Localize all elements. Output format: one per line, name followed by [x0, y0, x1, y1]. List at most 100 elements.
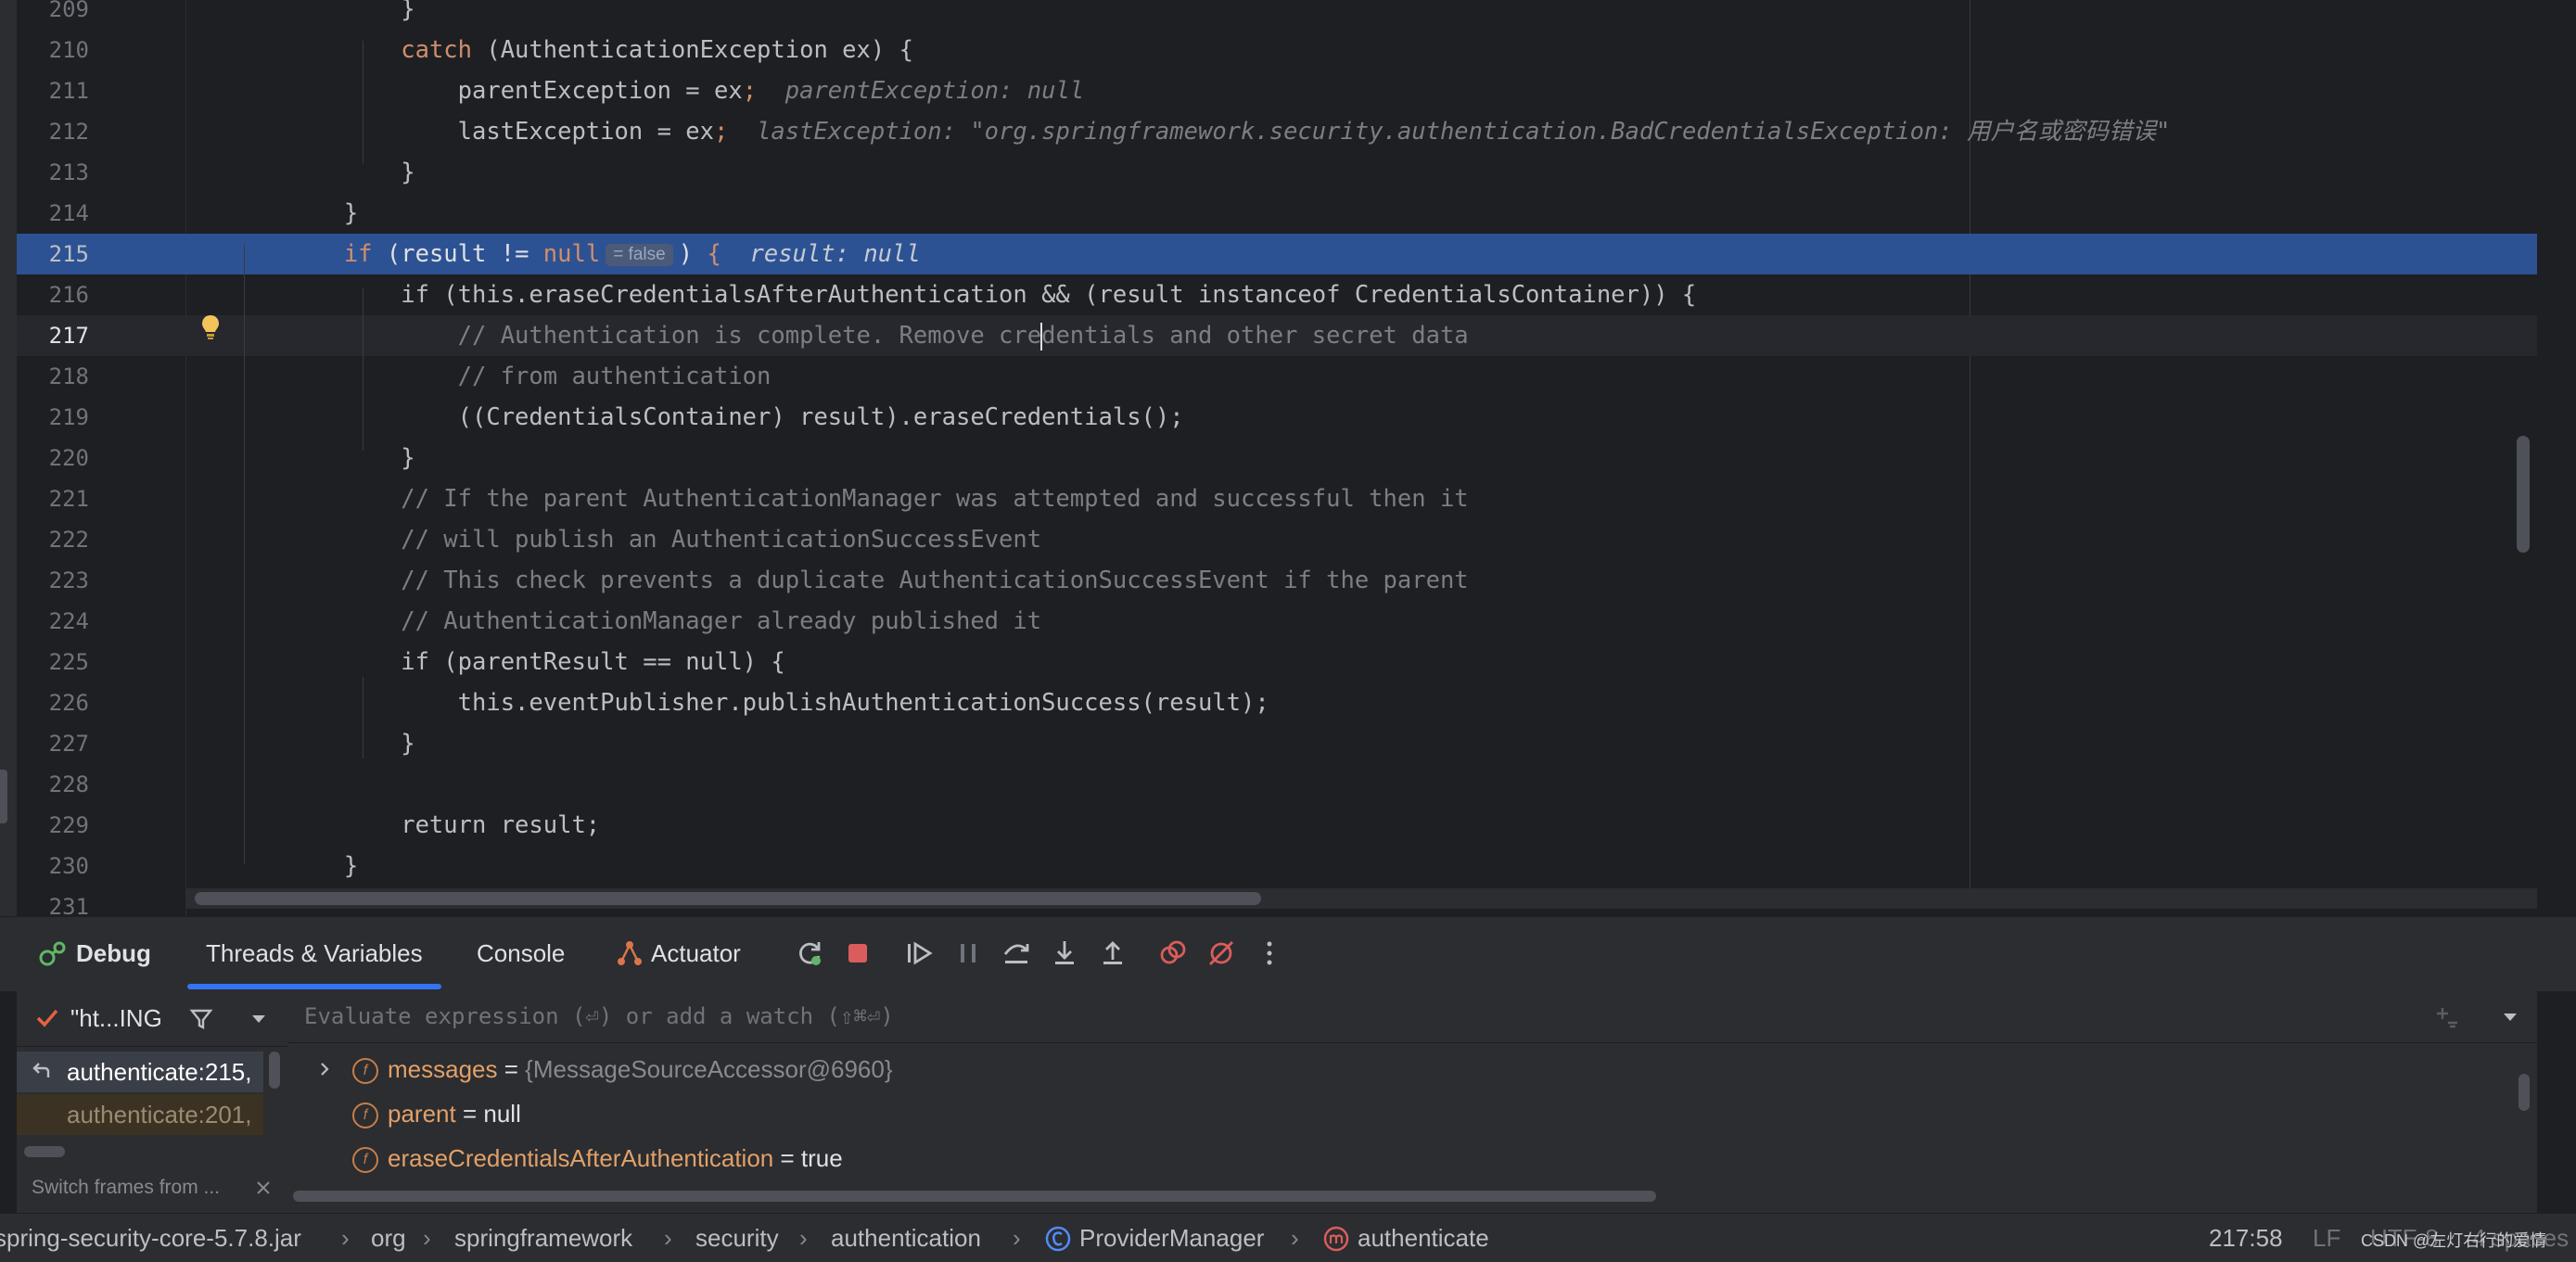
line-number[interactable]: 227: [17, 723, 89, 764]
line-number[interactable]: 209: [17, 0, 89, 30]
code-text[interactable]: }: [230, 152, 414, 193]
variables-hscroll-thumb[interactable]: [293, 1191, 1656, 1202]
code-line[interactable]: 217 // Authentication is complete. Remov…: [17, 315, 2537, 356]
line-number[interactable]: 228: [17, 764, 89, 805]
execution-point-line[interactable]: 215 if (result != null = false) { result:…: [17, 234, 2537, 274]
breadcrumb-org[interactable]: org: [371, 1214, 406, 1262]
chevron-right-icon[interactable]: [317, 1061, 332, 1077]
line-separator[interactable]: LF: [2313, 1214, 2340, 1262]
line-number[interactable]: 210: [17, 30, 89, 70]
code-text[interactable]: }: [230, 0, 414, 30]
code-line[interactable]: 228: [17, 764, 2537, 805]
line-number[interactable]: 217: [17, 315, 89, 356]
line-number[interactable]: 220: [17, 438, 89, 478]
line-number[interactable]: 231: [17, 886, 89, 916]
step-out-icon[interactable]: [1097, 937, 1129, 969]
evaluate-expression-field[interactable]: Evaluate expression (⏎) or add a watch (…: [287, 990, 2537, 1043]
code-text[interactable]: ((CredentialsContainer) result).eraseCre…: [230, 397, 1184, 438]
line-number[interactable]: 218: [17, 356, 89, 397]
chevron-down-icon[interactable]: [250, 1013, 267, 1026]
code-line[interactable]: 210 catch (AuthenticationException ex) {: [17, 30, 2537, 70]
line-number[interactable]: 216: [17, 274, 89, 315]
code-text[interactable]: }: [230, 438, 414, 478]
left-panel-handle[interactable]: [0, 770, 7, 823]
chevron-down-icon[interactable]: [2502, 1011, 2519, 1024]
tab-debug[interactable]: Debug: [76, 917, 151, 989]
line-number[interactable]: 230: [17, 846, 89, 886]
code-text[interactable]: parentException = ex; parentException: n…: [230, 70, 1085, 111]
code-line[interactable]: 220 }: [17, 438, 2537, 478]
line-number[interactable]: 222: [17, 519, 89, 560]
thread-selector[interactable]: "ht...ING: [17, 990, 287, 1047]
line-number[interactable]: 215: [17, 234, 89, 274]
frame-item[interactable]: authenticate:215,: [17, 1052, 263, 1092]
code-line[interactable]: 211 parentException = ex; parentExceptio…: [17, 70, 2537, 111]
breadcrumb-jar[interactable]: spring-security-core-5.7.8.jar: [0, 1214, 301, 1262]
code-text[interactable]: // will publish an AuthenticationSuccess…: [230, 519, 1041, 560]
frames-hscroll-thumb[interactable]: [24, 1146, 65, 1157]
line-number[interactable]: 214: [17, 193, 89, 234]
line-number[interactable]: 225: [17, 642, 89, 682]
code-text[interactable]: // Authentication is complete. Remove cr…: [230, 315, 1469, 356]
code-text[interactable]: // from authentication: [230, 356, 772, 397]
line-number[interactable]: 213: [17, 152, 89, 193]
code-line[interactable]: 209 }: [17, 0, 2537, 30]
code-line[interactable]: 229 return result;: [17, 805, 2537, 846]
code-line[interactable]: 214 }: [17, 193, 2537, 234]
lightbulb-icon[interactable]: [200, 313, 221, 341]
code-line[interactable]: 230 }: [17, 846, 2537, 886]
close-icon[interactable]: [256, 1180, 271, 1195]
code-editor[interactable]: 209 } 210 catch (AuthenticationException …: [0, 0, 2576, 916]
code-text[interactable]: lastException = ex; lastException: "org.…: [230, 111, 2171, 152]
code-text[interactable]: }: [230, 193, 358, 234]
editor-vertical-scrollbar[interactable]: [2517, 436, 2530, 553]
stop-icon[interactable]: [842, 937, 874, 969]
line-number[interactable]: 226: [17, 682, 89, 723]
current-thread-name[interactable]: "ht...ING: [70, 990, 162, 1046]
code-text[interactable]: if (this.eraseCredentialsAfterAuthentica…: [230, 274, 1696, 315]
line-number[interactable]: 212: [17, 111, 89, 152]
variables-vscroll-thumb[interactable]: [2519, 1074, 2530, 1111]
code-text[interactable]: }: [230, 723, 414, 764]
evaluate-placeholder[interactable]: Evaluate expression (⏎) or add a watch (…: [304, 990, 894, 1042]
line-number[interactable]: 223: [17, 560, 89, 601]
tab-threads-variables[interactable]: Threads & Variables: [187, 917, 441, 989]
code-text[interactable]: // AuthenticationManager already publish…: [230, 601, 1041, 642]
code-line[interactable]: 218 // from authentication: [17, 356, 2537, 397]
variable-row[interactable]: f parent = null: [352, 1092, 521, 1135]
tab-actuator[interactable]: Actuator: [651, 917, 741, 989]
pause-icon[interactable]: [952, 937, 984, 969]
tab-console[interactable]: Console: [477, 917, 565, 989]
line-number[interactable]: 224: [17, 601, 89, 642]
caret-position[interactable]: 217:58: [2209, 1214, 2283, 1262]
code-line[interactable]: 224 // AuthenticationManager already pub…: [17, 601, 2537, 642]
filter-icon[interactable]: [189, 1007, 213, 1031]
add-watch-icon[interactable]: [2435, 1005, 2459, 1029]
code-text[interactable]: catch (AuthenticationException ex) {: [230, 30, 913, 70]
code-text[interactable]: }: [230, 846, 358, 886]
code-line[interactable]: 219 ((CredentialsContainer) result).eras…: [17, 397, 2537, 438]
editor-horizontal-scrollbar[interactable]: [185, 888, 2537, 909]
variables-hscrollbar[interactable]: [287, 1185, 2537, 1209]
code-text[interactable]: // If the parent AuthenticationManager w…: [230, 478, 1468, 519]
breadcrumb-class[interactable]: ProviderManager: [1079, 1214, 1264, 1262]
frame-item[interactable]: authenticate:201,: [17, 1094, 263, 1135]
code-line[interactable]: 213 }: [17, 152, 2537, 193]
breadcrumb-authentication[interactable]: authentication: [831, 1214, 981, 1262]
code-text[interactable]: if (parentResult == null) {: [230, 642, 785, 682]
mute-breakpoints-icon[interactable]: [1205, 937, 1237, 969]
code-line[interactable]: 222 // will publish an AuthenticationSuc…: [17, 519, 2537, 560]
code-line[interactable]: 226 this.eventPublisher.publishAuthentic…: [17, 682, 2537, 723]
code-line[interactable]: 227 }: [17, 723, 2537, 764]
code-text[interactable]: if (result != null = false) { result: nul…: [230, 234, 921, 274]
variable-row[interactable]: f eraseCredentialsAfterAuthentication = t…: [352, 1137, 843, 1179]
breadcrumb-security[interactable]: security: [695, 1214, 779, 1262]
line-number[interactable]: 221: [17, 478, 89, 519]
code-line[interactable]: 223 // This check prevents a duplicate A…: [17, 560, 2537, 601]
code-line[interactable]: 225 if (parentResult == null) {: [17, 642, 2537, 682]
code-line[interactable]: 221 // If the parent AuthenticationManag…: [17, 478, 2537, 519]
view-breakpoints-icon[interactable]: [1157, 937, 1189, 969]
breadcrumb-springframework[interactable]: springframework: [454, 1214, 632, 1262]
code-text[interactable]: this.eventPublisher.publishAuthenticatio…: [230, 682, 1269, 723]
editor-hscroll-thumb[interactable]: [195, 892, 1261, 905]
